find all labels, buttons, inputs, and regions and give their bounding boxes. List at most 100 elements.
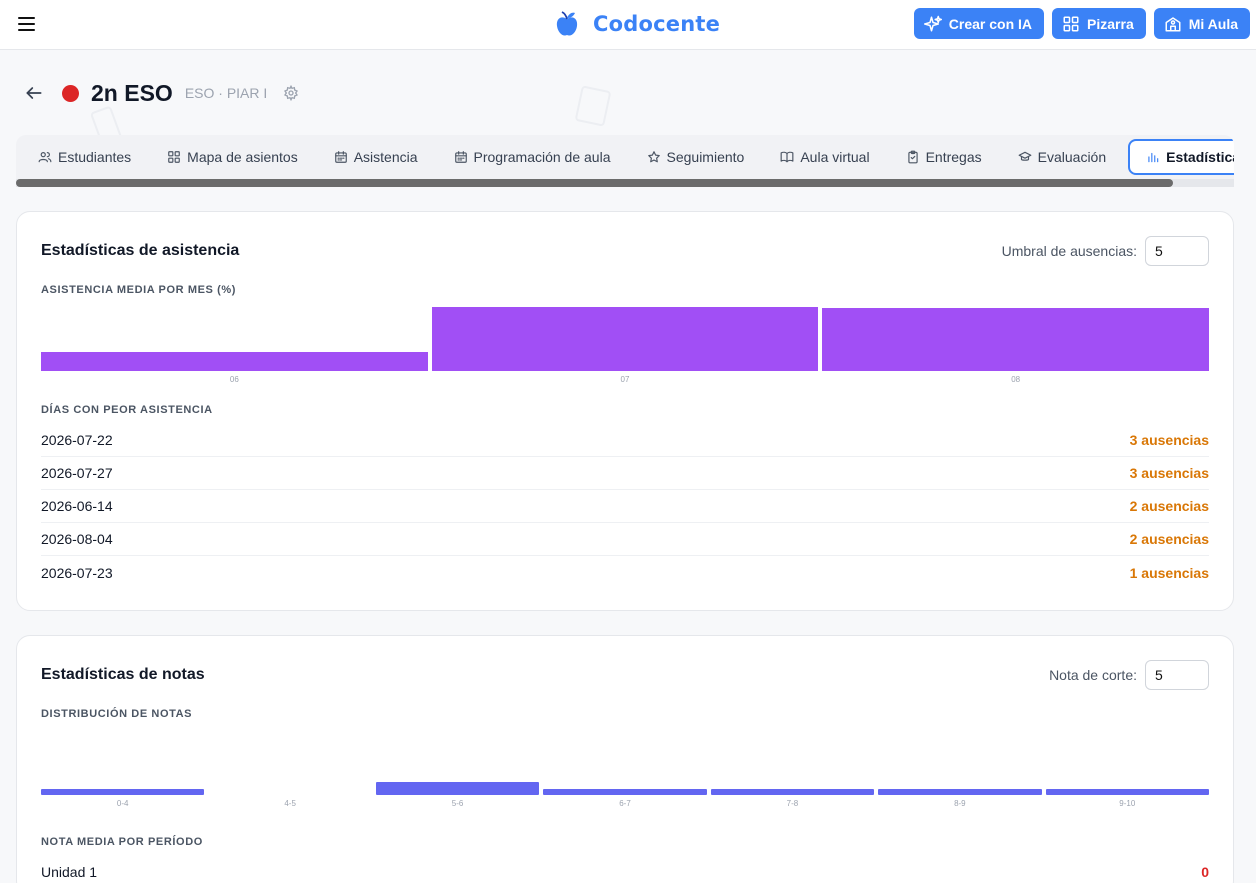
tab-bar: Estudiantes Mapa de asientos Asistencia Pro… <box>16 135 1234 179</box>
chart-bar-9-10[interactable] <box>1045 788 1209 795</box>
chart-bar-0-4[interactable] <box>41 788 205 795</box>
users-icon <box>38 152 52 163</box>
bar-column <box>431 307 819 371</box>
bar-column <box>1045 731 1209 795</box>
chart-bar-07[interactable] <box>431 307 819 371</box>
apple-logo-icon <box>556 11 578 36</box>
chart-bar-08[interactable] <box>822 308 1210 371</box>
bar-column <box>710 731 875 795</box>
grade-stats-title: Estadísticas de notas <box>41 666 205 683</box>
tab-scrollbar-thumb[interactable] <box>16 179 1173 187</box>
day-date: 2026-07-22 <box>41 432 113 448</box>
attendance-stats-title: Estadísticas de asistencia <box>41 242 240 259</box>
chart-bar-5-6[interactable] <box>375 782 540 795</box>
grid-icon <box>1063 16 1079 31</box>
whiteboard-button[interactable]: Pizarra <box>1052 8 1146 39</box>
absence-count: 3 ausencias <box>1129 432 1209 448</box>
day-date: 2026-08-04 <box>41 531 113 547</box>
chart-bar-7-8[interactable] <box>710 788 875 795</box>
tab-evaluacion[interactable]: Evaluación <box>1004 139 1121 175</box>
list-item: 2026-08-04 2 ausencias <box>41 523 1209 556</box>
attendance-stats-card: Estadísticas de asistencia Umbral de aus… <box>16 211 1234 611</box>
bar-column <box>208 731 371 795</box>
graduation-cap-icon <box>1018 151 1032 161</box>
tab-label: Aula virtual <box>800 149 870 165</box>
grade-cutoff-input[interactable] <box>1145 660 1209 690</box>
absence-count: 3 ausencias <box>1129 465 1209 481</box>
chart-bar-6-7[interactable] <box>543 788 707 795</box>
period-average-label: NOTA MEDIA POR PERÍODO <box>41 836 203 848</box>
tab-asistencia[interactable]: Asistencia <box>320 139 432 175</box>
chart-tick-label: 06 <box>229 375 239 384</box>
create-with-ai-button[interactable]: Crear con IA <box>913 8 1045 39</box>
absence-threshold-input[interactable] <box>1145 236 1209 266</box>
tab-label: Seguimiento <box>666 149 745 165</box>
monthly-attendance-chart <box>41 307 1210 371</box>
gear-icon[interactable] <box>283 85 299 101</box>
class-subtitle: ESO · PIAR I <box>184 85 268 101</box>
list-item: 2026-06-14 2 ausencias <box>41 490 1209 523</box>
chart-tick-label: 8-9 <box>954 799 966 808</box>
grade-cutoff: Nota de corte: <box>1049 660 1209 690</box>
school-icon <box>1165 16 1181 31</box>
sparkles-icon <box>923 15 942 31</box>
absence-threshold-label: Umbral de ausencias: <box>1001 243 1137 259</box>
tab-seguimiento[interactable]: Seguimiento <box>633 139 759 175</box>
tab-label: Evaluación <box>1037 149 1107 165</box>
tab-estadisticas[interactable]: Estadísticas <box>1128 139 1234 175</box>
absence-count: 1 ausencias <box>1129 564 1209 581</box>
bar-column <box>41 307 428 371</box>
chart-tick-label: 6-7 <box>619 799 631 808</box>
absence-count: 2 ausencias <box>1129 498 1209 514</box>
bar-column <box>543 731 707 795</box>
my-classroom-label: Mi Aula <box>1188 15 1238 32</box>
chart-bar-06[interactable] <box>41 352 428 371</box>
top-bar: Codocente Crear con IA Pizarra Mi Aula <box>0 0 1256 50</box>
tab-label: Programación de aula <box>473 149 611 165</box>
bar-column <box>41 731 205 795</box>
chart-tick-label: 08 <box>1011 375 1021 384</box>
tab-estudiantes[interactable]: Estudiantes <box>24 139 145 175</box>
hamburger-menu-icon[interactable] <box>16 13 38 35</box>
absence-threshold: Umbral de ausencias: <box>1002 236 1209 266</box>
tab-programacion-de-aula[interactable]: Programación de aula <box>440 139 625 175</box>
chart-tick-label: 07 <box>620 375 630 384</box>
tab-entregas[interactable]: Entregas <box>892 139 996 175</box>
period-average-value: 0 <box>1201 864 1209 880</box>
period-name: Unidad 1 <box>41 864 98 880</box>
arrow-left-icon[interactable] <box>24 83 44 103</box>
day-date: 2026-07-23 <box>41 564 113 581</box>
chart-tick-label: 9-10 <box>1119 799 1136 808</box>
tab-mapa-de-asientos[interactable]: Mapa de asientos <box>153 139 312 175</box>
my-classroom-button[interactable]: Mi Aula <box>1153 8 1250 39</box>
day-date: 2026-07-27 <box>41 465 113 481</box>
clipboard-check-icon <box>907 150 918 164</box>
tab-aula-virtual[interactable]: Aula virtual <box>766 139 883 175</box>
brand-name: Codocente <box>593 12 721 36</box>
tab-label: Mapa de asientos <box>187 149 298 165</box>
book-icon <box>780 151 794 163</box>
list-item: 2026-07-22 3 ausencias <box>41 424 1209 457</box>
grade-cutoff-label: Nota de corte: <box>1049 667 1137 683</box>
class-header: 2n ESO ESO · PIAR I <box>24 76 299 110</box>
chart-bar-8-9[interactable] <box>878 788 1042 795</box>
top-actions: Crear con IA Pizarra Mi Aula <box>913 8 1250 39</box>
chart-tick-label: 5-6 <box>451 799 464 808</box>
bar-column <box>822 307 1210 371</box>
chart-tick-label: 4-5 <box>284 799 296 808</box>
tab-label: Estadísticas <box>1166 149 1234 165</box>
day-date: 2026-06-14 <box>41 498 113 514</box>
chart-tick-label: 7-8 <box>786 799 799 808</box>
calendar-icon <box>334 151 347 163</box>
background-doodle <box>574 85 612 127</box>
grade-distribution-chart <box>41 731 1209 795</box>
brand[interactable]: Codocente <box>555 9 720 39</box>
whiteboard-label: Pizarra <box>1087 15 1134 32</box>
grade-stats-card: Estadísticas de notas Nota de corte: DIS… <box>16 635 1234 883</box>
worst-days-label: DÍAS CON PEOR ASISTENCIA <box>41 404 213 416</box>
grade-distribution-label: DISTRIBUCIÓN DE NOTAS <box>41 708 193 720</box>
list-item: 2026-07-27 3 ausencias <box>41 457 1209 490</box>
class-status-dot <box>62 84 79 102</box>
star-icon <box>647 151 660 163</box>
bar-chart-icon <box>1148 152 1159 163</box>
